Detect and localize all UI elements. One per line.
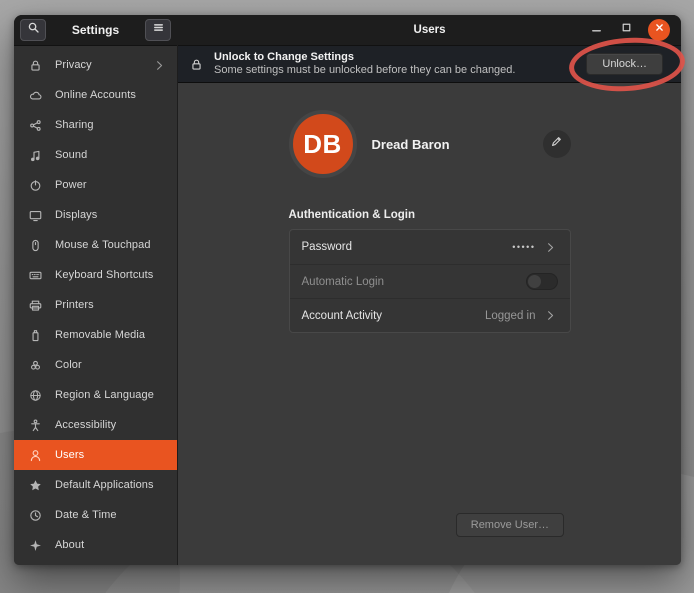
sidebar-item-label: Accessibility: [55, 419, 167, 431]
keyboard-icon: [27, 267, 43, 283]
remove-user-button[interactable]: Remove User…: [456, 513, 564, 537]
sidebar-item-label: Printers: [55, 299, 167, 311]
account-activity-value: Logged in: [485, 310, 536, 322]
person-icon: [27, 447, 43, 463]
printer-icon: [27, 297, 43, 313]
sidebar-item-mouse-touchpad[interactable]: Mouse & Touchpad: [14, 230, 177, 260]
password-row[interactable]: Password •••••: [290, 230, 570, 264]
sidebar-item-sound[interactable]: Sound: [14, 140, 177, 170]
sidebar-item-removable-media[interactable]: Removable Media: [14, 320, 177, 350]
display-icon: [27, 207, 43, 223]
avatar-initials: DB: [303, 129, 342, 160]
sidebar-item-keyboard-shortcuts[interactable]: Keyboard Shortcuts: [14, 260, 177, 290]
cloud-icon: [27, 87, 43, 103]
mouse-icon: [27, 237, 43, 253]
power-icon: [27, 177, 43, 193]
titlebar: Users: [178, 15, 681, 46]
usb-drive-icon: [27, 327, 43, 343]
password-label: Password: [302, 241, 353, 253]
hamburger-menu-icon: [151, 20, 166, 40]
sidebar-nav: Privacy Online Accounts Sharing Sound Power D…: [14, 46, 177, 565]
lock-icon: [189, 57, 204, 72]
menu-button[interactable]: [145, 19, 171, 41]
unlock-banner: Unlock to Change Settings Some settings …: [178, 46, 681, 83]
maximize-button[interactable]: [618, 22, 634, 38]
sidebar-item-label: Online Accounts: [55, 89, 167, 101]
automatic-login-row: Automatic Login: [290, 264, 570, 298]
sidebar-item-label: Sound: [55, 149, 167, 161]
sidebar-item-region-language[interactable]: Region & Language: [14, 380, 177, 410]
banner-title: Unlock to Change Settings: [214, 51, 515, 64]
sidebar-item-label: Keyboard Shortcuts: [55, 269, 167, 281]
four-point-star-icon: [27, 537, 43, 553]
sidebar-item-label: About: [55, 539, 167, 551]
lock-icon: [27, 57, 43, 73]
close-button[interactable]: [648, 19, 670, 41]
search-icon: [26, 20, 41, 40]
minimize-icon: [589, 20, 604, 40]
music-note-icon: [27, 147, 43, 163]
chevron-right-icon: [543, 308, 558, 323]
user-name: Dread Baron: [372, 137, 450, 152]
sidebar-item-default-applications[interactable]: Default Applications: [14, 470, 177, 500]
sidebar-header: Settings: [14, 15, 177, 46]
banner-subtitle: Some settings must be unlocked before th…: [214, 64, 515, 77]
chevron-right-icon: [543, 240, 558, 255]
sidebar-item-label: Displays: [55, 209, 167, 221]
sidebar-item-power[interactable]: Power: [14, 170, 177, 200]
sidebar-item-label: Region & Language: [55, 389, 167, 401]
edit-name-button[interactable]: [543, 130, 571, 158]
user-header: DB Dread Baron: [289, 110, 571, 178]
sidebar-item-date-time[interactable]: Date & Time: [14, 500, 177, 530]
sidebar-item-label: Mouse & Touchpad: [55, 239, 167, 251]
window-controls: [588, 19, 681, 41]
sidebar-item-label: Removable Media: [55, 329, 167, 341]
sidebar-item-about[interactable]: About: [14, 530, 177, 560]
share-icon: [27, 117, 43, 133]
sidebar-item-label: Power: [55, 179, 167, 191]
section-title: Authentication & Login: [289, 209, 571, 221]
auth-card: Password ••••• Automatic Login: [289, 229, 571, 333]
sidebar-item-color[interactable]: Color: [14, 350, 177, 380]
star-icon: [27, 477, 43, 493]
users-content: DB Dread Baron Authentication & Login Pa…: [178, 83, 681, 565]
avatar[interactable]: DB: [289, 110, 357, 178]
sidebar-item-sharing[interactable]: Sharing: [14, 110, 177, 140]
sidebar: Settings Privacy Online Accounts Sharing So…: [14, 15, 178, 565]
automatic-login-label: Automatic Login: [302, 276, 384, 288]
sidebar-item-label: Privacy: [55, 59, 152, 71]
sidebar-item-online-accounts[interactable]: Online Accounts: [14, 80, 177, 110]
sidebar-item-label: Date & Time: [55, 509, 167, 521]
accessibility-person-icon: [27, 417, 43, 433]
account-activity-row[interactable]: Account Activity Logged in: [290, 298, 570, 332]
chevron-right-icon: [152, 58, 167, 73]
sidebar-item-displays[interactable]: Displays: [14, 200, 177, 230]
toggle-knob: [528, 275, 541, 288]
pencil-icon: [549, 134, 564, 154]
settings-window: Settings Privacy Online Accounts Sharing So…: [14, 15, 681, 565]
app-title: Settings: [46, 23, 145, 37]
color-drops-icon: [27, 357, 43, 373]
sidebar-item-label: Color: [55, 359, 167, 371]
main-panel: Users Unlock to Change Settings: [178, 15, 681, 565]
account-activity-label: Account Activity: [302, 310, 383, 322]
unlock-button[interactable]: Unlock…: [586, 53, 663, 75]
sidebar-item-printers[interactable]: Printers: [14, 290, 177, 320]
sidebar-item-label: Users: [55, 449, 167, 461]
sidebar-item-privacy[interactable]: Privacy: [14, 50, 177, 80]
search-button[interactable]: [20, 19, 46, 41]
maximize-icon: [619, 20, 634, 40]
sidebar-item-accessibility[interactable]: Accessibility: [14, 410, 177, 440]
globe-icon: [27, 387, 43, 403]
clock-icon: [27, 507, 43, 523]
banner-text: Unlock to Change Settings Some settings …: [214, 51, 515, 77]
sidebar-item-users[interactable]: Users: [14, 440, 177, 470]
minimize-button[interactable]: [588, 22, 604, 38]
close-icon: [652, 20, 667, 40]
desktop-background: Settings Privacy Online Accounts Sharing So…: [0, 0, 694, 593]
sidebar-item-label: Sharing: [55, 119, 167, 131]
password-value: •••••: [512, 242, 535, 252]
sidebar-item-label: Default Applications: [55, 479, 167, 491]
automatic-login-toggle[interactable]: [526, 273, 558, 290]
